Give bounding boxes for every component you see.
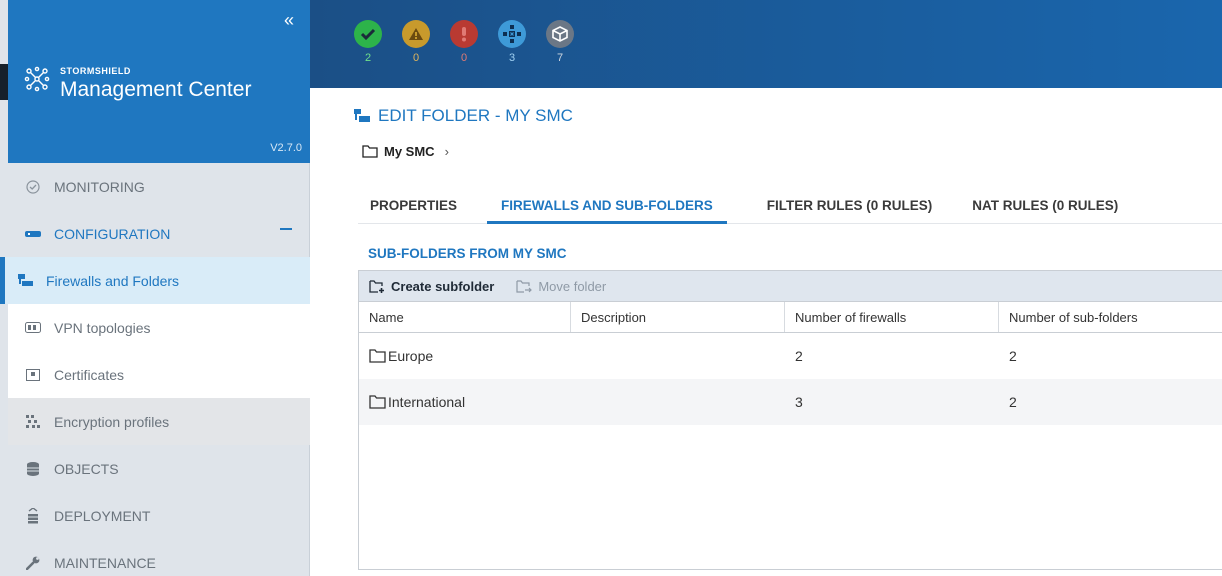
alert-icon (450, 20, 478, 48)
main-navigation: MONITORING CONFIGURATION Firewalls and F… (0, 163, 310, 576)
breadcrumb: My SMC › (362, 144, 449, 159)
warning-icon (402, 20, 430, 48)
tab-filter-rules[interactable]: FILTER RULES (0 RULES) (755, 184, 933, 224)
row-firewalls-count: 3 (795, 394, 803, 410)
column-header-firewalls[interactable]: Number of firewalls (785, 302, 999, 332)
vpn-icon (22, 322, 44, 333)
status-ok[interactable]: 2 (354, 20, 382, 64)
brand-header: « STORMSHIELD Management Center V2.7.0 (8, 0, 310, 163)
nav-maintenance[interactable]: MAINTENANCE (8, 539, 310, 576)
page-title: EDIT FOLDER - MY SMC (354, 106, 573, 126)
status-warning-count: 0 (412, 52, 420, 64)
nav-monitoring-label: MONITORING (54, 178, 145, 195)
nav-certificates-label: Certificates (54, 366, 125, 383)
column-header-name[interactable]: Name (359, 302, 571, 332)
status-network-count: 3 (508, 52, 516, 64)
stormshield-logo-icon (24, 66, 50, 92)
move-folder-icon (516, 279, 533, 293)
row-firewalls-count: 2 (795, 348, 803, 364)
brand-company-name: STORMSHIELD (60, 66, 131, 76)
nav-firewalls-label: Firewalls and Folders (46, 272, 180, 289)
subfolders-grid: Create subfolder Move folder Name Descri… (358, 270, 1222, 570)
nav-certificates[interactable]: Certificates (8, 351, 310, 398)
folder-tree-icon (14, 274, 36, 287)
row-subfolders-count: 2 (1009, 348, 1017, 364)
nav-configuration[interactable]: CONFIGURATION (8, 210, 310, 257)
encryption-icon (22, 414, 44, 429)
move-folder-button[interactable]: Move folder (516, 279, 606, 294)
wrench-icon (22, 556, 44, 570)
database-icon (22, 461, 44, 476)
section-title: SUB-FOLDERS FROM MY SMC (368, 246, 567, 261)
version-label: V2.7.0 (270, 142, 302, 154)
brand-product-name: Management Center (60, 78, 252, 101)
status-warning[interactable]: 0 (402, 20, 430, 64)
status-ok-count: 2 (364, 52, 372, 64)
create-subfolder-button[interactable]: Create subfolder (369, 279, 494, 294)
collapse-section-icon[interactable] (280, 228, 292, 230)
table-row[interactable]: Europe 2 2 (359, 333, 1222, 379)
nav-deployment[interactable]: DEPLOYMENT (8, 492, 310, 539)
status-network[interactable]: 3 (498, 20, 526, 64)
grid-toolbar: Create subfolder Move folder (359, 271, 1222, 301)
table-header: Name Description Number of firewalls Num… (359, 301, 1222, 333)
status-box[interactable]: 7 (546, 20, 574, 64)
nav-objects[interactable]: OBJECTS (8, 445, 310, 492)
check-circle-icon (22, 179, 44, 194)
folder-icon (369, 395, 386, 409)
page-title-text: EDIT FOLDER - MY SMC (378, 106, 573, 125)
breadcrumb-my-smc[interactable]: My SMC (384, 144, 435, 159)
create-subfolder-label: Create subfolder (391, 278, 495, 294)
check-icon (354, 20, 382, 48)
top-status-bar: 2 0 0 3 7 (310, 0, 1222, 88)
tab-nat-rules[interactable]: NAT RULES (0 RULES) (960, 184, 1118, 224)
nav-encryption-label: Encryption profiles (54, 413, 170, 430)
move-folder-label: Move folder (538, 278, 607, 294)
add-folder-icon (369, 279, 385, 293)
tab-firewalls-and-sub-folders[interactable]: FIREWALLS AND SUB-FOLDERS (487, 184, 727, 224)
status-critical-count: 0 (460, 52, 468, 64)
row-name: Europe (388, 348, 434, 364)
tab-bar: PROPERTIES FIREWALLS AND SUB-FOLDERS FIL… (358, 184, 1222, 224)
firewall-device-icon (22, 229, 44, 239)
nav-objects-label: OBJECTS (54, 460, 119, 477)
nav-configuration-label: CONFIGURATION (54, 225, 171, 242)
tab-properties[interactable]: PROPERTIES (358, 184, 457, 224)
status-critical[interactable]: 0 (450, 20, 478, 64)
nav-vpn-topologies[interactable]: VPN topologies (8, 304, 310, 351)
nav-maintenance-label: MAINTENANCE (54, 554, 156, 571)
nav-firewalls-and-folders[interactable]: Firewalls and Folders (0, 257, 310, 304)
folder-icon (362, 145, 378, 158)
nav-deployment-label: DEPLOYMENT (54, 507, 151, 524)
left-edge-marker (0, 64, 8, 100)
folder-tree-icon (354, 109, 370, 123)
nav-vpn-label: VPN topologies (54, 319, 151, 336)
nav-encryption-profiles[interactable]: Encryption profiles (8, 398, 310, 445)
folder-icon (369, 349, 386, 363)
column-header-description[interactable]: Description (571, 302, 785, 332)
main-content: EDIT FOLDER - MY SMC My SMC › PROPERTIES… (310, 88, 1222, 576)
collapse-sidebar-icon[interactable]: « (284, 10, 294, 31)
row-subfolders-count: 2 (1009, 394, 1017, 410)
column-header-subfolders[interactable]: Number of sub-folders (999, 302, 1222, 332)
sidebar: « STORMSHIELD Management Center V2.7.0 M… (0, 0, 310, 576)
row-name-cell: International (359, 394, 571, 410)
certificate-icon (22, 368, 44, 381)
nav-monitoring[interactable]: MONITORING (8, 163, 310, 210)
breadcrumb-chevron-icon[interactable]: › (445, 144, 449, 159)
status-box-count: 7 (556, 52, 564, 64)
deployment-icon (22, 507, 44, 524)
table-row[interactable]: International 3 2 (359, 379, 1222, 425)
row-name-cell: Europe (359, 348, 571, 364)
row-name: International (388, 394, 466, 410)
cube-icon (546, 20, 574, 48)
network-icon (498, 20, 526, 48)
